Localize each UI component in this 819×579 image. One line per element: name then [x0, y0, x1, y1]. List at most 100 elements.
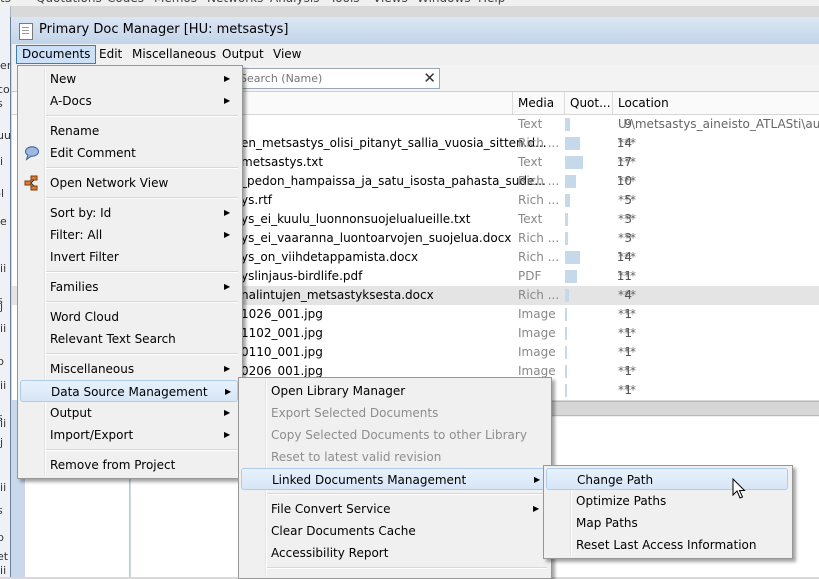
menu-item-label: Import/Export: [50, 428, 134, 442]
menu-item-label: Output: [50, 406, 92, 420]
menu-item-map-paths[interactable]: Map Paths: [546, 512, 788, 534]
document-location: ***: [618, 288, 636, 302]
column-header-quot[interactable]: Quot...: [564, 92, 618, 114]
menu-edit[interactable]: Edit: [94, 46, 127, 63]
column-header-location[interactable]: Location: [612, 92, 819, 114]
menu-item-label: Copy Selected Documents to other Library: [271, 428, 527, 442]
menu-item-label: Miscellaneous: [50, 362, 135, 376]
document-name: en_metsastys_olisi_pitanyt_sallia_vuosia…: [241, 136, 547, 150]
menu-item-import-export[interactable]: Import/Export ▶: [20, 424, 238, 446]
menu-item-reset-last-access-information[interactable]: Reset Last Access Information: [546, 534, 788, 556]
menu-item-miscellaneous[interactable]: Miscellaneous ▶: [20, 358, 238, 380]
menu-item-label: A-Docs: [50, 94, 92, 108]
menu-separator: [46, 353, 238, 355]
menu-item-open-network-view[interactable]: Open Network View: [20, 172, 238, 194]
quotation-bar: [565, 137, 580, 150]
media-type: Rich ...: [518, 136, 560, 150]
menu-item-sort-by-id[interactable]: Sort by: Id ▶: [20, 202, 238, 224]
menu-separator: [46, 197, 238, 199]
document-name: ys_on_viihdetappamista.docx: [241, 250, 419, 264]
menu-item-edit-comment[interactable]: Edit Comment: [20, 142, 238, 164]
menubar: Documents Edit Miscellaneous Output View: [12, 44, 819, 65]
document-name: 1026_001.jpg: [241, 307, 323, 321]
menu-item-label: Relevant Text Search: [50, 332, 176, 346]
quotation-bar: [565, 175, 576, 188]
menu-item-invert-filter[interactable]: Invert Filter: [20, 246, 238, 268]
document-name: yslinjaus-birdlife.pdf: [241, 269, 363, 283]
background-text-fragment: lii: [0, 322, 7, 335]
menu-item-output[interactable]: Output ▶: [20, 402, 238, 424]
menu-item-label: Remove from Project: [50, 458, 176, 472]
menu-item-new[interactable]: New ▶: [20, 68, 238, 90]
background-menu-item: Memos: [154, 0, 197, 5]
quotation-bar: [565, 270, 577, 283]
clear-search-icon[interactable]: ✕: [423, 69, 436, 87]
document-location: U:\metsastys_aineisto_ATLASti\auto.txt: [618, 117, 819, 131]
menu-output[interactable]: Output: [217, 46, 269, 63]
media-type: Rich ...: [518, 231, 560, 245]
menu-item-open-library-manager[interactable]: Open Library Manager: [241, 380, 547, 402]
quotation-bar: [565, 156, 583, 169]
background-text-fragment: s: [0, 97, 3, 110]
data-source-management-submenu: Open Library Manager Export Selected Docu…: [238, 377, 552, 579]
menu-item-label: Invert Filter: [50, 250, 119, 264]
background-text-fragment: ie: [0, 215, 7, 228]
media-type: Image: [518, 326, 556, 340]
menu-documents[interactable]: Documents: [16, 45, 97, 64]
menu-separator: [46, 115, 238, 117]
menu-item-word-cloud[interactable]: Word Cloud: [20, 306, 238, 328]
menu-separator: [46, 301, 238, 303]
menu-item-label: Map Paths: [576, 516, 638, 530]
submenu-arrow-icon: ▶: [224, 408, 231, 417]
documents-menu: New ▶ A-Docs ▶ Rename Edit Comment Open Networ…: [17, 65, 243, 479]
media-type: Text: [518, 155, 543, 169]
menu-item-a-docs[interactable]: A-Docs ▶: [20, 90, 238, 112]
background-text-fragment: ij: [0, 436, 4, 449]
menu-item-file-convert-service[interactable]: File Convert Service ▶: [241, 498, 547, 520]
menu-item-label: Accessibility Report: [271, 546, 389, 560]
document-name: metsastys.txt: [241, 155, 324, 169]
menu-separator: [46, 271, 238, 273]
submenu-arrow-icon: ▶: [534, 475, 541, 484]
title-bar[interactable]: Primary Doc Manager [HU: metsastys]: [11, 17, 819, 44]
background-text-fragment: ii: [0, 155, 4, 168]
background-text-fragment: -l: [0, 187, 5, 200]
menu-item-relevant-text-search[interactable]: Relevant Text Search: [20, 328, 238, 350]
background-menu-item: Quotations: [36, 0, 102, 5]
menu-item-change-path[interactable]: Change Path: [546, 468, 788, 490]
document-name: _pedon_hampaissa_ja_satu_isosta_pahasta_…: [241, 174, 546, 188]
submenu-arrow-icon: ▶: [224, 364, 231, 373]
menu-item-families[interactable]: Families ▶: [20, 276, 238, 298]
menu-item-label: Export Selected Documents: [271, 406, 439, 420]
menu-item-linked-documents-management[interactable]: Linked Documents Management ▶: [241, 468, 547, 490]
submenu-arrow-icon: ▶: [224, 208, 231, 217]
media-type: Rich ...: [518, 193, 560, 207]
menu-item-accessibility-report[interactable]: Accessibility Report: [241, 542, 547, 564]
menu-view[interactable]: View: [268, 46, 306, 63]
menu-item-label: Optimize Paths: [576, 494, 667, 508]
background-menu-item: ts: [0, 0, 11, 5]
menu-item-data-source-management[interactable]: Data Source Management ▶: [20, 380, 238, 402]
menu-item-export-selected-documents[interactable]: Export Selected Documents: [241, 402, 547, 424]
document-location: ***: [618, 269, 636, 283]
media-type: Image: [518, 345, 556, 359]
background-text-fragment: lii: [0, 481, 7, 494]
column-header-media[interactable]: Media: [512, 92, 570, 114]
search-box[interactable]: ✕: [236, 68, 440, 89]
menu-item-copy-selected-documents-to-other-library[interactable]: Copy Selected Documents to other Library: [241, 424, 547, 446]
menu-item-label: Reset to latest valid revision: [271, 450, 442, 464]
menu-miscellaneous[interactable]: Miscellaneous: [127, 46, 221, 63]
menu-item-label: Word Cloud: [50, 310, 119, 324]
background-menu-item: Windows: [417, 0, 471, 5]
menu-item-clear-documents-cache[interactable]: Clear Documents Cache: [241, 520, 547, 542]
menu-item-reset-to-latest-valid-revision[interactable]: Reset to latest valid revision: [241, 446, 547, 468]
network-icon: [24, 175, 38, 191]
menu-item-rename[interactable]: Rename: [20, 120, 238, 142]
menu-item-filter-all[interactable]: Filter: All ▶: [20, 224, 238, 246]
menu-item-remove-from-project[interactable]: Remove from Project: [20, 454, 238, 476]
media-type: PDF: [518, 269, 542, 283]
document-name: ys_ei_kuulu_luonnonsuojelualueille.txt: [241, 212, 471, 226]
search-input[interactable]: [240, 70, 410, 86]
menu-item-optimize-paths[interactable]: Optimize Paths: [546, 490, 788, 512]
document-location: ***: [618, 345, 636, 359]
